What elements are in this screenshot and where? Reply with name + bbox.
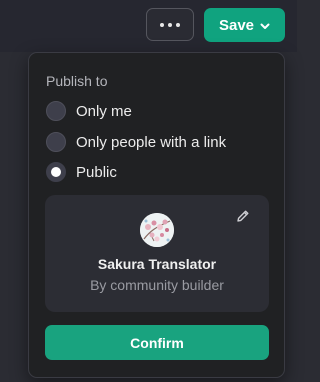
gpt-avatar (140, 213, 174, 247)
ellipsis-icon (168, 22, 172, 27)
radio-option-only-me[interactable]: Only me (46, 99, 132, 123)
gpt-author: By community builder (90, 277, 224, 293)
radio-option-public[interactable]: Public (46, 160, 117, 184)
radio-button[interactable] (46, 101, 66, 121)
confirm-button-label: Confirm (130, 334, 184, 351)
ellipsis-icon (176, 22, 180, 27)
confirm-button[interactable]: Confirm (45, 325, 269, 360)
publish-to-heading: Publish to (46, 73, 108, 89)
publish-popover: Publish to Only me Only people with a li… (28, 52, 285, 378)
more-options-button[interactable] (146, 8, 194, 41)
ellipsis-icon (160, 22, 164, 27)
chevron-down-icon (260, 23, 270, 30)
radio-button-selected[interactable] (46, 162, 66, 182)
sakura-blossom-avatar-icon (140, 213, 174, 247)
save-button-label: Save (218, 16, 255, 34)
radio-label: Only me (76, 102, 132, 120)
radio-label: Only people with a link (76, 133, 227, 151)
gpt-name: Sakura Translator (97, 256, 217, 272)
save-button[interactable]: Save (204, 8, 285, 42)
radio-option-link[interactable]: Only people with a link (46, 130, 226, 154)
radio-button[interactable] (46, 132, 66, 152)
gpt-preview-card: Sakura Translator By community builder (45, 195, 269, 312)
pencil-icon[interactable] (235, 208, 251, 224)
radio-label: Public (76, 163, 117, 181)
